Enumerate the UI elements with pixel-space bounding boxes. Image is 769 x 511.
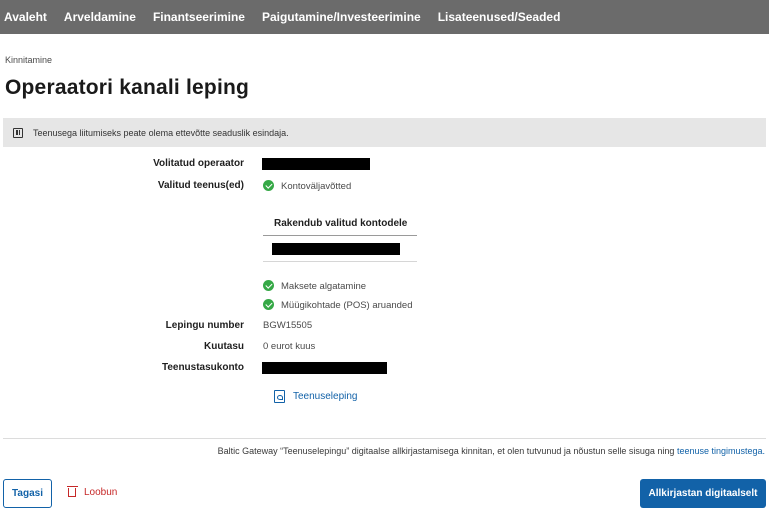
operator-label: Volitatud operaator [153, 158, 244, 169]
service-item-statements: Kontoväljavõtted [263, 180, 351, 192]
cancel-button[interactable]: Loobun [66, 485, 117, 498]
nav-item-settlement[interactable]: Arveldamine [64, 10, 136, 24]
terms-link[interactable]: teenuse tingimustega. [677, 446, 765, 456]
trash-icon [66, 485, 78, 497]
monthly-fee-value: 0 eurot kuus [263, 341, 316, 352]
info-icon [13, 127, 23, 138]
page-title: Operaatori kanali leping [5, 76, 250, 99]
top-navigation: Avaleht Arveldamine Finantseerimine Paig… [0, 0, 769, 34]
redacted-fee-account [262, 362, 387, 374]
redacted-account-number [272, 243, 400, 255]
check-circle-icon [263, 180, 274, 191]
nav-item-services-settings[interactable]: Lisateenused/Seaded [438, 10, 561, 24]
check-circle-icon [263, 280, 274, 291]
check-circle-icon [263, 299, 274, 310]
accounts-table: Rakendub valitud kontodele [263, 212, 417, 264]
info-message: Teenusega liitumiseks peate olema ettevõ… [33, 127, 289, 138]
nav-item-investing[interactable]: Paigutamine/Investeerimine [262, 10, 421, 24]
back-button[interactable]: Tagasi [3, 479, 52, 508]
contract-number-value: BGW15505 [263, 320, 313, 331]
service-item-payment-initiation: Maksete algatamine [263, 280, 366, 292]
nav-item-financing[interactable]: Finantseerimine [153, 10, 245, 24]
contract-number-label: Lepingu number [165, 320, 244, 331]
accounts-table-header: Rakendub valitud kontodele [263, 212, 417, 236]
services-label: Valitud teenus(ed) [157, 180, 244, 191]
redacted-operator-name [262, 158, 370, 170]
accounts-table-row [263, 236, 417, 262]
monthly-fee-label: Kuutasu [204, 341, 244, 352]
fee-account-label: Teenustasukonto [161, 362, 244, 373]
info-banner: Teenusega liitumiseks peate olema ettevõ… [3, 118, 766, 147]
service-item-pos-reports: Müügikohtade (POS) aruanded [263, 299, 413, 311]
service-contract-link[interactable]: Teenuseleping [274, 390, 358, 403]
pdf-file-icon [274, 390, 285, 403]
breadcrumb: Kinnitamine [5, 55, 53, 65]
sign-digitally-button[interactable]: Allkirjastan digitaalselt [640, 479, 766, 508]
nav-item-home[interactable]: Avaleht [4, 10, 47, 24]
divider [3, 438, 766, 439]
consent-text: Baltic Gateway “Teenuselepingu” digitaal… [217, 446, 765, 456]
